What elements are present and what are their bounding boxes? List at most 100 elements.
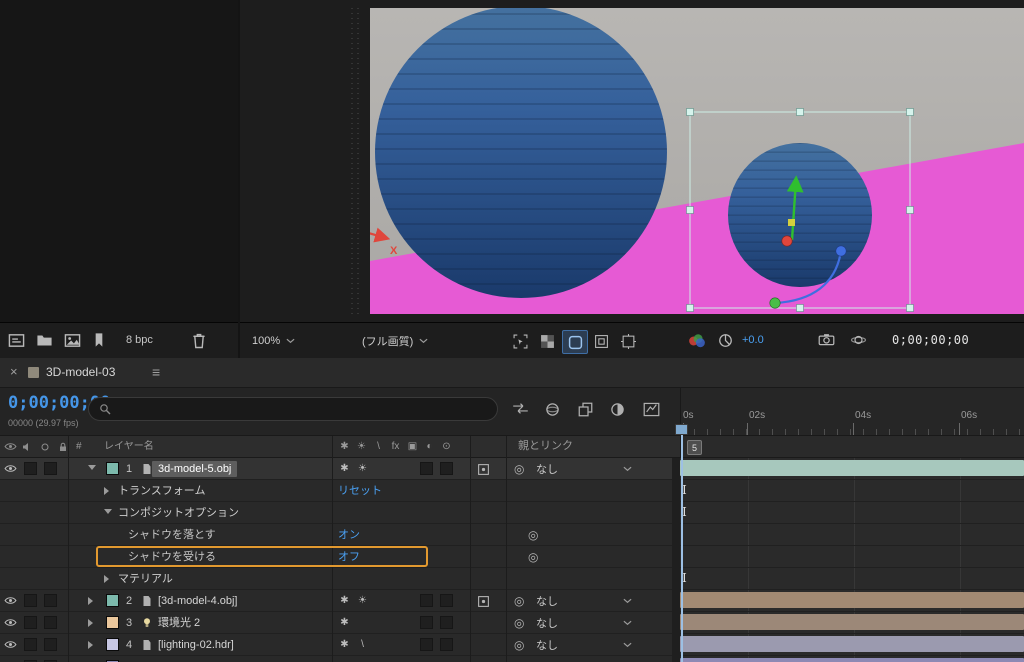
switch-box[interactable] [440, 594, 453, 607]
composition-tab-title[interactable]: 3D-model-03 [46, 365, 115, 379]
close-icon[interactable]: × [10, 364, 18, 379]
project-panel[interactable] [0, 0, 238, 322]
parent-link-column-header[interactable]: 親とリンク [518, 436, 573, 457]
switch-collapse[interactable]: ☀ [354, 458, 371, 480]
switch-box[interactable] [420, 594, 433, 607]
expander-icon[interactable] [104, 575, 109, 583]
time-ruler[interactable]: 0s 02s 04s 06s [680, 388, 1024, 436]
label-button[interactable] [92, 332, 106, 348]
viewer-timecode[interactable]: 0;00;00;00 [892, 333, 969, 347]
group-label[interactable]: トランスフォーム [118, 480, 205, 502]
parent-dropdown[interactable]: なし [532, 636, 636, 653]
composition-viewport[interactable]: Y X Z [240, 0, 1024, 322]
switch-collapse[interactable]: \ [354, 634, 371, 656]
motion-blur-button[interactable] [610, 402, 625, 417]
layer-duration-bar[interactable] [680, 636, 1024, 652]
pickwhip-icon[interactable]: ◎ [528, 546, 538, 568]
playhead-handle[interactable] [675, 424, 688, 435]
safe-margins-button[interactable] [616, 330, 640, 352]
switch-box[interactable] [420, 616, 433, 629]
switch-box[interactable] [24, 594, 37, 607]
eye-icon[interactable] [4, 596, 17, 605]
switch-box[interactable] [44, 638, 57, 651]
layer-duration-bar[interactable] [680, 658, 1024, 662]
layer-duration-bar[interactable] [680, 614, 1024, 630]
layer-row-4[interactable]: 4 [lighting-02.hdr] ✱ \ ◎ なし [0, 634, 1024, 656]
track-lane[interactable]: I [680, 480, 1024, 502]
layer-duration-bar[interactable] [680, 592, 1024, 608]
frame-blending-button[interactable] [578, 402, 593, 417]
pickwhip-icon[interactable]: ◎ [514, 458, 524, 480]
switch-box[interactable] [440, 462, 453, 475]
switch-quality[interactable]: ✱ [336, 634, 353, 656]
property-value[interactable]: オン [338, 524, 360, 546]
geometry-options-icon[interactable] [477, 595, 490, 608]
parent-dropdown[interactable]: なし [532, 460, 636, 477]
reset-link[interactable]: リセット [338, 480, 382, 502]
parent-dropdown[interactable]: なし [532, 614, 636, 631]
3d-view-button[interactable] [850, 333, 867, 347]
channel-display-button[interactable] [688, 334, 706, 348]
transparency-grid-button[interactable] [535, 330, 559, 352]
track-lane[interactable] [680, 546, 1024, 568]
new-folder-button[interactable] [36, 333, 53, 348]
switch-box[interactable] [44, 616, 57, 629]
switch-box[interactable] [44, 594, 57, 607]
switch-box[interactable] [440, 638, 453, 651]
parent-dropdown[interactable]: なし [532, 592, 636, 609]
eye-icon[interactable] [4, 640, 17, 649]
guide-options-button[interactable] [589, 330, 613, 352]
row-accepts-shadows[interactable]: シャドウを受ける オフ ◎ [0, 546, 1024, 568]
track-lane[interactable] [680, 656, 1024, 662]
layer-name[interactable]: 3d-model-5.obj [152, 461, 237, 477]
eye-icon[interactable] [4, 618, 17, 627]
track-lane[interactable] [680, 458, 1024, 480]
eye-icon[interactable] [4, 464, 17, 473]
color-depth-button[interactable]: 8 bpc [126, 334, 153, 346]
layer-name-column-header[interactable]: レイヤー名 [104, 436, 154, 457]
switch-box[interactable] [440, 616, 453, 629]
switch-quality[interactable]: ✱ [336, 590, 353, 612]
track-lane[interactable] [680, 634, 1024, 656]
label-color-swatch[interactable] [106, 616, 119, 629]
switch-box[interactable] [24, 616, 37, 629]
draft-3d-button[interactable] [545, 402, 560, 417]
switch-box[interactable] [420, 638, 433, 651]
layer-name[interactable]: [3d-model-4.obj] [158, 590, 238, 612]
expander-icon[interactable] [88, 597, 93, 605]
layer-search-field[interactable] [88, 397, 498, 421]
row-casts-shadows[interactable]: シャドウを落とす オン ◎ [0, 524, 1024, 546]
panel-menu-icon[interactable]: ≡ [152, 364, 160, 380]
layer-row-2[interactable]: 2 [3d-model-4.obj] ✱ ☀ ◎ なし [0, 590, 1024, 612]
row-transform-group[interactable]: トランスフォーム リセット I [0, 480, 1024, 502]
expander-icon[interactable] [88, 641, 93, 649]
playhead-line[interactable] [681, 424, 683, 662]
layer-row-1[interactable]: 1 3d-model-5.obj ✱ ☀ ◎ なし [0, 458, 1024, 480]
layer-name[interactable]: 環境光 2 [158, 612, 200, 634]
mini-flowchart-button[interactable] [512, 402, 529, 415]
pickwhip-icon[interactable]: ◎ [514, 634, 524, 656]
footage-interpret-button[interactable] [64, 333, 81, 348]
switch-box[interactable] [44, 462, 57, 475]
track-lane[interactable] [680, 612, 1024, 634]
group-label[interactable]: コンポジットオプション [118, 502, 239, 524]
exposure-reset-button[interactable] [718, 333, 733, 348]
switch-box[interactable] [24, 462, 37, 475]
zoom-dropdown[interactable]: 100% [252, 330, 295, 352]
expander-icon[interactable] [88, 465, 96, 470]
mask-visibility-button[interactable] [562, 330, 588, 354]
layer-name[interactable]: [lighting-02.hdr] [158, 634, 234, 656]
switch-collapse[interactable]: ☀ [354, 590, 371, 612]
expander-icon[interactable] [88, 619, 93, 627]
marker-strip[interactable]: 5 [680, 436, 1024, 458]
switch-quality[interactable]: ✱ [336, 458, 353, 480]
resolution-dropdown[interactable]: (フル画質) [362, 330, 428, 352]
geometry-options-icon[interactable] [477, 463, 490, 476]
pickwhip-icon[interactable]: ◎ [514, 612, 524, 634]
playhead-frame-marker[interactable]: 5 [687, 440, 702, 455]
track-lane[interactable]: I [680, 568, 1024, 590]
track-lane[interactable]: I [680, 502, 1024, 524]
panel-list-button[interactable] [8, 332, 25, 349]
search-input[interactable] [119, 402, 473, 416]
row-composite-options-group[interactable]: コンポジットオプション I [0, 502, 1024, 524]
